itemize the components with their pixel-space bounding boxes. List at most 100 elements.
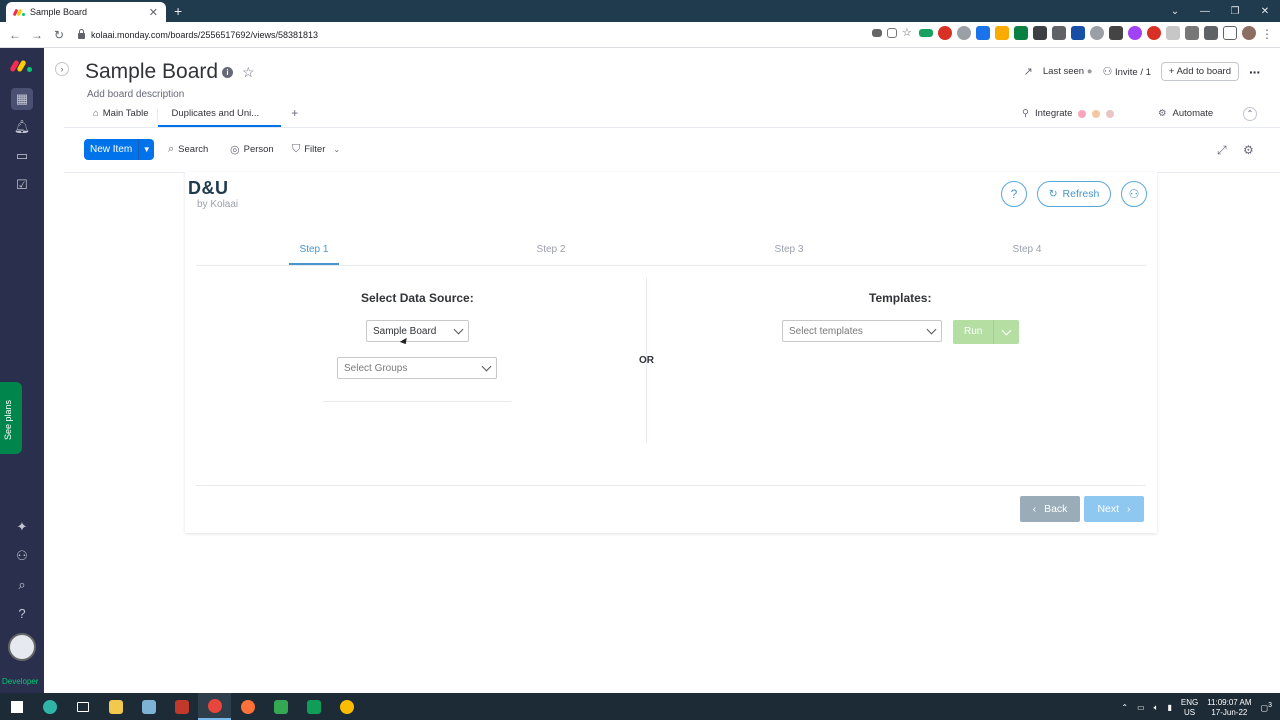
inbox-icon[interactable]: ▭ [13,147,31,165]
expand-workspace-icon[interactable]: › [55,62,69,76]
sheets-icon[interactable] [297,693,330,720]
chrome-icon[interactable] [198,693,231,720]
language-indicator[interactable]: ENG US [1181,698,1198,718]
integrate-button[interactable]: ⚲ Integrate [1022,108,1115,119]
extension-icon[interactable] [976,26,990,40]
board-title[interactable]: Sample Board [85,60,218,84]
browser-tab[interactable]: Sample Board ✕ [6,2,166,22]
my-work-icon[interactable]: ☑ [13,176,31,194]
extension-icon[interactable] [919,29,933,37]
profile-avatar[interactable] [1242,26,1256,40]
reload-icon[interactable]: ↻ [48,28,70,42]
step-2-tab[interactable]: Step 2 [526,244,576,255]
chevron-down-icon[interactable]: ▼ [138,139,154,160]
app-icon[interactable] [165,693,198,720]
run-options-dropdown[interactable] [993,320,1019,344]
activity-icon[interactable]: ↗ [1024,65,1033,78]
back-arrow-icon[interactable]: ← [4,28,26,42]
extension-icon[interactable] [957,26,971,40]
favorite-star-icon[interactable]: ☆ [242,64,255,81]
url-field[interactable]: kolaai.monday.com/boards/2556517692/view… [78,25,878,45]
new-tab-icon[interactable]: + [174,3,182,19]
extension-icon[interactable] [1052,26,1066,40]
extension-icon[interactable] [1166,26,1180,40]
edge-icon[interactable] [33,693,66,720]
board-select[interactable]: Sample Board [366,320,469,342]
extension-icon[interactable] [1090,26,1104,40]
restore-icon[interactable]: ❐ [1220,0,1250,22]
help-icon[interactable]: ? [13,605,31,623]
minimize-icon[interactable]: — [1190,0,1220,22]
chrome-profile-icon[interactable] [330,693,363,720]
extension-icon[interactable] [938,26,952,40]
step-3-tab[interactable]: Step 3 [764,244,814,255]
windows-start-icon[interactable] [0,693,33,720]
file-explorer-icon[interactable] [99,693,132,720]
last-seen-button[interactable]: Last seen ● [1043,66,1093,77]
extension-icon[interactable] [1128,26,1142,40]
board-description[interactable]: Add board description [87,89,184,100]
person-filter-button[interactable]: ◎ Person [230,143,274,156]
share-icon[interactable] [887,28,897,38]
collapse-header-icon[interactable]: ⌃ [1243,107,1257,121]
firefox-icon[interactable] [231,693,264,720]
templates-select[interactable]: Select templates [782,320,942,342]
help-question-icon[interactable]: ? [1001,181,1027,207]
extension-icon[interactable] [1071,26,1085,40]
apps-puzzle-icon[interactable]: ✦ [13,518,31,536]
extension-icon[interactable] [995,26,1009,40]
forward-arrow-icon[interactable]: → [26,28,48,42]
extension-icon[interactable] [1147,26,1161,40]
puzzle-icon[interactable] [1204,26,1218,40]
new-item-button[interactable]: New Item ▼ [84,139,155,160]
tab-search-icon[interactable]: ⌄ [1160,0,1190,22]
sidepanel-icon[interactable] [1223,26,1237,40]
tab-duplicates[interactable]: Duplicates and Uni... [157,105,282,127]
search-icon[interactable]: ⌕ [13,576,31,594]
tab-main-table[interactable]: ⌂ Main Table [85,105,157,127]
user-profile-icon[interactable]: ⚇ [1121,181,1147,207]
filter-button[interactable]: ⛉ Filter ⌄ [292,143,340,156]
extension-icon[interactable] [1185,26,1199,40]
close-tab-icon[interactable]: ✕ [149,6,158,19]
step-4-tab[interactable]: Step 4 [1002,244,1052,255]
next-button[interactable]: Next › [1084,496,1144,522]
invite-members-icon[interactable]: ⚇ [13,547,31,565]
volume-icon[interactable]: 🔈︎ [1154,703,1159,713]
monday-logo[interactable] [9,59,34,73]
camera-icon[interactable] [872,29,882,37]
run-button[interactable]: Run [953,320,1019,344]
invite-button[interactable]: ⚇ Invite / 1 [1102,65,1150,78]
back-label: Back [1044,503,1068,515]
task-view-icon[interactable] [66,693,99,720]
workspace-grid-icon[interactable]: ▦ [11,88,33,110]
network-icon[interactable]: ▭ [1137,703,1145,712]
extension-icon[interactable] [1033,26,1047,40]
more-options-icon[interactable]: ··· [1249,64,1261,80]
clock[interactable]: 11:09:07 AM 17-Jun-22 [1207,698,1251,718]
groups-select[interactable]: Select Groups [337,357,497,379]
add-view-icon[interactable]: + [281,105,308,120]
extension-icon[interactable] [1014,26,1028,40]
menu-dots-icon[interactable]: ⋮ [1256,27,1278,41]
extension-icon[interactable] [1109,26,1123,40]
search-button[interactable]: ⌕ Search [168,143,208,156]
automate-button[interactable]: ⚙ Automate [1158,108,1213,119]
fullscreen-icon[interactable]: ⤢ [1217,143,1227,158]
info-icon[interactable]: i [222,67,233,78]
battery-icon[interactable]: ▮ [1167,703,1171,712]
close-window-icon[interactable]: ✕ [1250,0,1280,22]
bookmark-star-icon[interactable]: ☆ [902,26,914,40]
notifications-icon[interactable]: ▢3 [1261,702,1272,713]
add-to-board-button[interactable]: + Add to board [1160,62,1239,81]
user-avatar[interactable] [8,633,36,661]
back-button[interactable]: ‹ Back [1020,496,1080,522]
step-1-tab[interactable]: Step 1 [289,244,339,255]
app-icon[interactable] [132,693,165,720]
notepad-icon[interactable] [264,693,297,720]
settings-gear-icon[interactable]: ⚙ [1243,143,1254,157]
tray-chevron-icon[interactable]: ⌃ [1121,703,1128,712]
refresh-button[interactable]: ↻ Refresh [1037,181,1111,207]
notifications-bell-icon[interactable]: 🔔︎ [13,118,31,136]
see-plans-button[interactable]: See plans [0,382,22,454]
